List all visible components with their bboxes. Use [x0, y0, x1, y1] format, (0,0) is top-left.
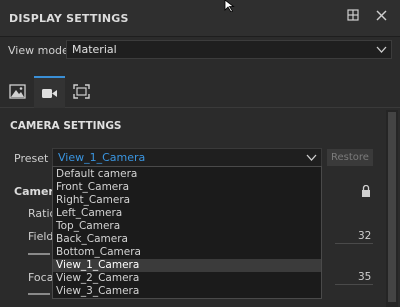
field-slider-track[interactable] [28, 253, 50, 255]
preset-value: View_1_Camera [58, 151, 146, 164]
image-icon [9, 84, 26, 99]
view-mode-row: View mode Material [0, 38, 400, 64]
panel-titlebar: DISPLAY SETTINGS [0, 0, 400, 37]
field-value-underline [335, 243, 373, 244]
restore-button[interactable]: Restore [327, 149, 373, 166]
focal-value-underline [335, 284, 373, 285]
field-label: Field [28, 230, 54, 243]
panel-title: DISPLAY SETTINGS [9, 12, 129, 25]
mouse-cursor-icon [224, 0, 235, 12]
chevron-down-icon [376, 46, 387, 53]
frame-icon [73, 84, 90, 99]
scrollbar-thumb[interactable] [388, 112, 396, 302]
focal-slider-track[interactable] [28, 293, 50, 295]
tab-frame[interactable] [66, 76, 97, 108]
dropdown-option[interactable]: Bottom_Camera [53, 246, 321, 259]
preset-select[interactable]: View_1_Camera [52, 148, 322, 167]
view-mode-value: Material [72, 43, 117, 56]
tab-bar [0, 76, 400, 108]
preset-dropdown-list: Default camera Front_Camera Right_Camera Le… [52, 166, 322, 299]
focal-label: Foca [28, 271, 54, 284]
video-camera-icon [42, 89, 57, 98]
scrollbar[interactable] [386, 110, 398, 307]
dropdown-option[interactable]: Default camera [53, 168, 321, 181]
close-icon[interactable] [372, 9, 390, 27]
tab-image[interactable] [2, 76, 33, 108]
preset-label: Preset [14, 152, 49, 165]
dropdown-option[interactable]: Back_Camera [53, 233, 321, 246]
dropdown-option[interactable]: View_2_Camera [53, 272, 321, 285]
dropdown-option[interactable]: View_3_Camera [53, 285, 321, 298]
camera-subsection-label: Camer [14, 185, 54, 198]
view-mode-select[interactable]: Material [66, 40, 392, 59]
dropdown-option[interactable]: View_1_Camera [53, 259, 321, 272]
field-value[interactable]: 32 [358, 230, 371, 242]
camera-settings-title: CAMERA SETTINGS [10, 120, 122, 132]
dock-icon[interactable] [344, 9, 362, 27]
view-mode-label: View mode [8, 44, 69, 57]
dropdown-option[interactable]: Top_Camera [53, 220, 321, 233]
tab-camera[interactable] [34, 76, 65, 108]
dropdown-option[interactable]: Right_Camera [53, 194, 321, 207]
lock-icon[interactable] [361, 185, 371, 197]
dropdown-option[interactable]: Left_Camera [53, 207, 321, 220]
chevron-down-icon [306, 154, 317, 161]
focal-value[interactable]: 35 [358, 271, 371, 283]
dropdown-option[interactable]: Front_Camera [53, 181, 321, 194]
